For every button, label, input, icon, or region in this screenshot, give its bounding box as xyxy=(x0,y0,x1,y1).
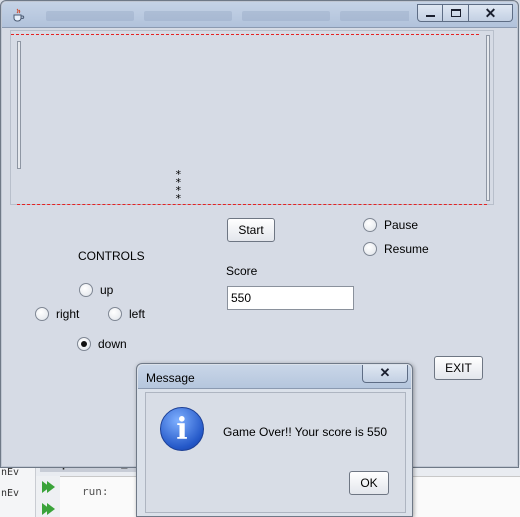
ghost-tab xyxy=(46,11,134,21)
left-radio-circle[interactable] xyxy=(108,307,122,321)
start-button[interactable]: Start xyxy=(227,218,275,242)
left-radio[interactable]: left xyxy=(108,307,145,321)
ide-left-row: nEv xyxy=(1,488,20,499)
dialog-body: i Game Over!! Your score is 550 OK xyxy=(145,392,406,513)
pause-radio-label: Pause xyxy=(384,218,419,232)
board-left-rail xyxy=(17,41,21,169)
ide-output-gutter xyxy=(36,476,60,517)
resume-radio-label: Resume xyxy=(384,242,429,256)
resume-radio-circle[interactable] xyxy=(363,242,377,256)
right-radio-label: right xyxy=(56,307,80,321)
snake: * * * * xyxy=(175,169,182,205)
ghost-taskbar-tabs xyxy=(46,9,409,23)
info-icon-glyph: i xyxy=(176,412,188,447)
run-icon[interactable] xyxy=(47,481,55,493)
pause-radio-circle[interactable] xyxy=(363,218,377,232)
dialog-message: Game Over!! Your score is 550 xyxy=(223,425,388,439)
maximize-icon xyxy=(451,9,461,17)
down-radio[interactable]: down xyxy=(77,337,127,351)
down-radio-circle[interactable] xyxy=(77,337,91,351)
down-radio-label: down xyxy=(98,337,127,351)
close-button[interactable]: ✕ xyxy=(469,4,513,22)
dialog-close-button[interactable]: ✕ xyxy=(362,365,408,383)
up-radio[interactable]: up xyxy=(79,283,113,297)
snake-segment: * xyxy=(175,192,182,205)
rerun-icon[interactable] xyxy=(47,503,55,515)
ok-button[interactable]: OK xyxy=(349,471,389,495)
right-radio-circle[interactable] xyxy=(35,307,49,321)
ghost-tab xyxy=(340,11,409,21)
game-board: * * * * xyxy=(10,30,494,205)
board-bottom-boundary xyxy=(17,204,487,205)
board-top-boundary xyxy=(11,34,479,35)
message-dialog: Message ✕ i Game Over!! Your score is 55… xyxy=(136,363,413,517)
up-radio-label: up xyxy=(100,283,114,297)
ide-left-panel: nEv nEv xyxy=(0,465,36,517)
window-titlebar[interactable]: ✕ xyxy=(2,2,517,28)
close-icon: ✕ xyxy=(379,365,391,380)
ghost-tab xyxy=(242,11,330,21)
minimize-button[interactable] xyxy=(417,4,443,22)
console-run-text: run: xyxy=(82,485,109,498)
up-radio-circle[interactable] xyxy=(79,283,93,297)
ide-left-row: nEv xyxy=(1,467,20,478)
info-icon: i xyxy=(160,407,204,451)
dialog-titlebar[interactable]: Message ✕ xyxy=(138,365,411,389)
resume-radio[interactable]: Resume xyxy=(363,242,429,256)
right-radio[interactable]: right xyxy=(35,307,79,321)
ghost-tab xyxy=(144,11,232,21)
dialog-title: Message xyxy=(146,371,195,385)
left-radio-label: left xyxy=(129,307,146,321)
window-controls: ✕ xyxy=(417,4,513,22)
minimize-icon xyxy=(426,15,435,17)
close-icon: ✕ xyxy=(484,5,497,21)
board-right-scrollbar[interactable] xyxy=(486,35,490,201)
controls-heading: CONTROLS xyxy=(78,249,145,263)
score-field[interactable]: 550 xyxy=(227,286,354,310)
java-cup-icon xyxy=(13,8,25,22)
exit-button[interactable]: EXIT xyxy=(434,356,483,380)
pause-radio[interactable]: Pause xyxy=(363,218,418,232)
score-label: Score xyxy=(226,264,258,278)
maximize-button[interactable] xyxy=(443,4,469,22)
